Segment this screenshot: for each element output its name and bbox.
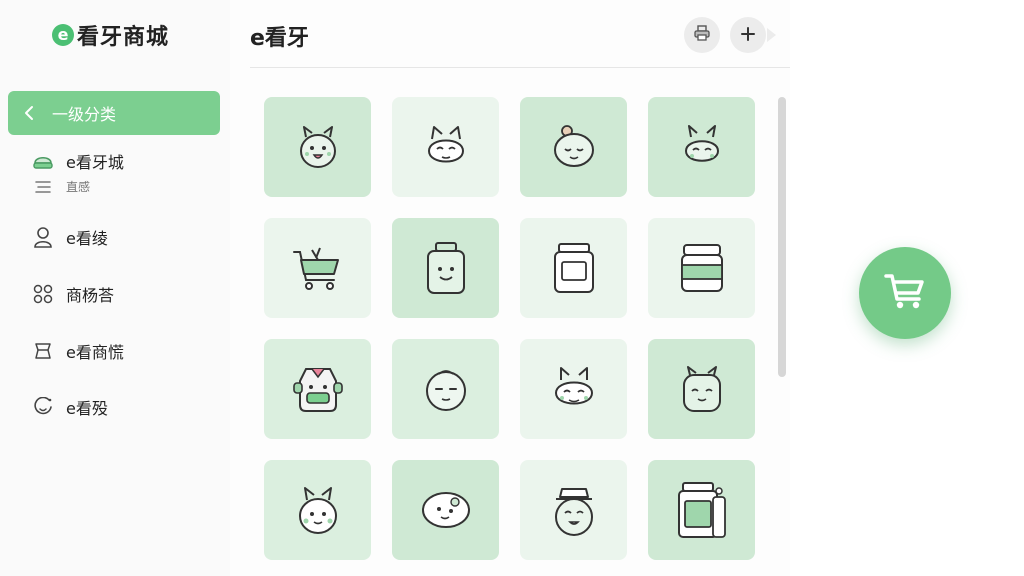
shopping-cart-icon [292, 247, 339, 290]
cat-smile-icon [554, 367, 593, 405]
sidebar-item-5[interactable]: e看殁 [32, 395, 108, 419]
robot-face-icon [292, 368, 343, 412]
product-tile[interactable] [264, 97, 371, 197]
sidebar-item-label: 商杨荅 [66, 286, 115, 305]
shopping-cart-icon [883, 271, 927, 315]
product-tile[interactable] [392, 97, 499, 197]
round-face-icon [425, 370, 466, 411]
sidebar-item-1[interactable]: e看牙城 [32, 149, 124, 173]
user-icon [32, 226, 54, 248]
header-divider [250, 67, 790, 68]
bunny-blush-icon [298, 487, 337, 534]
sidebar-sub-label: 直感 [66, 180, 91, 194]
product-tile[interactable] [520, 97, 627, 197]
sidebar-item-label: e看绫 [66, 229, 108, 248]
smile-icon [32, 396, 54, 418]
brand-logo-icon: e [52, 24, 74, 46]
spotted-face-icon [421, 492, 470, 528]
jar-icon [553, 243, 594, 293]
hat-face-icon [554, 488, 593, 536]
brand-name: 看牙商城 [77, 25, 170, 50]
sidebar: e 看牙商城 一级分类 e看牙城 直感 e看绫 商杨荅 e看商慌 e看殁 [0, 0, 230, 576]
cat-face-icon [427, 126, 464, 163]
sidebar-item-4[interactable]: e看商慌 [32, 339, 124, 363]
product-tile[interactable] [264, 339, 371, 439]
product-tile[interactable] [648, 460, 755, 560]
product-tile[interactable] [392, 339, 499, 439]
product-tile[interactable] [648, 339, 755, 439]
sidebar-item-2[interactable]: e看绫 [32, 225, 108, 249]
sidebar-sub-item[interactable]: 直感 [32, 178, 90, 195]
category-label: 一级分类 [52, 105, 117, 124]
product-tile[interactable] [392, 218, 499, 318]
product-grid [264, 97, 755, 560]
grid-icon [32, 283, 54, 305]
print-button[interactable] [684, 17, 720, 53]
product-tile[interactable] [264, 460, 371, 560]
jar-stack-icon [677, 482, 726, 538]
box-icon [32, 340, 54, 362]
category-back-button[interactable]: 一级分类 [8, 91, 220, 135]
monster-face-icon [682, 366, 721, 412]
grid-scrollbar[interactable] [778, 97, 786, 377]
sidebar-item-label: e看牙城 [66, 153, 124, 172]
product-tile[interactable] [648, 218, 755, 318]
bunny-face-icon [299, 126, 336, 168]
list-icon [32, 180, 54, 194]
bunny-smile-icon [684, 125, 719, 162]
product-tile[interactable] [520, 460, 627, 560]
sidebar-item-3[interactable]: 商杨荅 [32, 282, 114, 306]
product-tile[interactable] [520, 339, 627, 439]
product-tile[interactable] [264, 218, 371, 318]
product-tile[interactable] [520, 218, 627, 318]
add-button[interactable] [730, 17, 766, 53]
smiling-jar-icon [426, 242, 465, 294]
main-panel: e看牙 [230, 0, 790, 576]
sidebar-item-label: e看商慌 [66, 343, 124, 362]
plus-icon [741, 26, 755, 45]
chevron-left-icon [8, 105, 52, 121]
printer-icon [693, 24, 711, 46]
baby-face-icon [553, 125, 594, 167]
add-button-tail [767, 28, 776, 42]
page-title: e看牙 [250, 26, 309, 51]
product-tile[interactable] [648, 97, 755, 197]
dental-hat-icon [32, 150, 54, 172]
sidebar-item-label: e看殁 [66, 399, 108, 418]
brand[interactable]: e 看牙商城 [52, 20, 169, 50]
cart-button[interactable] [859, 247, 951, 339]
product-tile[interactable] [392, 460, 499, 560]
green-jar-icon [680, 244, 723, 292]
